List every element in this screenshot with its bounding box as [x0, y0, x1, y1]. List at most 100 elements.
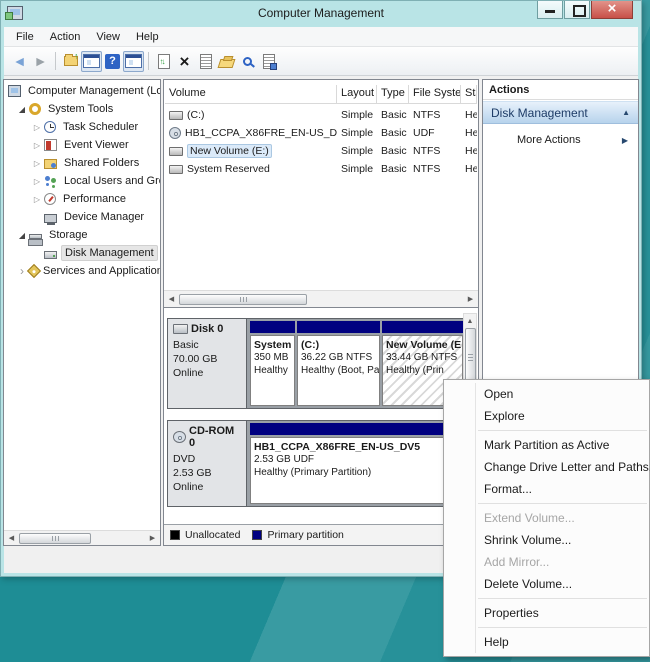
menu-item-delete-volume[interactable]: Delete Volume... [444, 573, 649, 595]
volume-list-horizontal-scrollbar[interactable]: ◀ ▶ [164, 290, 478, 307]
task-scheduler-icon [44, 121, 56, 133]
export-list-icon[interactable] [258, 51, 279, 72]
toolbar-separator [55, 52, 56, 70]
event-viewer-icon [44, 139, 57, 151]
back-icon[interactable]: ◄ [9, 51, 30, 72]
volume-icon [169, 110, 183, 120]
tree-item-computer-management[interactable]: Computer Management (Local [4, 82, 160, 100]
unallocated-swatch [170, 530, 180, 540]
expander-icon[interactable] [31, 195, 43, 204]
scrollbar-thumb[interactable] [179, 293, 307, 305]
device-manager-icon [44, 213, 57, 225]
collapse-icon[interactable]: ▲ [622, 108, 630, 117]
refresh-icon[interactable]: ↑↓ [153, 51, 174, 72]
up-folder-icon[interactable] [60, 51, 81, 72]
expander-icon[interactable] [16, 231, 28, 240]
cd-rom-0-partitions: HB1_CCPA_X86FRE_EN-US_DV5 2.53 GB UDF He… [248, 421, 459, 506]
volume-icon [169, 146, 183, 156]
console-tree: Computer Management (Local System Tools … [4, 82, 160, 529]
tree-item-system-tools[interactable]: System Tools [4, 100, 160, 118]
local-users-and-groups-icon [44, 175, 57, 187]
partition-dvd[interactable]: HB1_CCPA_X86FRE_EN-US_DV5 2.53 GB UDF He… [250, 423, 456, 504]
menu-help[interactable]: Help [128, 29, 167, 45]
tree-item-task-scheduler[interactable]: Task Scheduler [4, 118, 160, 136]
volume-row-e[interactable]: New Volume (E:) Simple Basic NTFS He [165, 142, 477, 160]
menu-item-mark-partition-active[interactable]: Mark Partition as Active [444, 434, 649, 456]
cd-rom-0-label[interactable]: CD-ROM 0 DVD 2.53 GB Online [168, 421, 247, 506]
expander-icon[interactable] [16, 105, 28, 114]
window-controls [536, 0, 633, 19]
forward-icon[interactable]: ► [30, 51, 51, 72]
expander-icon[interactable] [31, 177, 43, 186]
show-action-pane-icon[interactable] [123, 50, 144, 72]
menu-view[interactable]: View [88, 29, 128, 45]
menu-separator [478, 627, 647, 628]
menu-item-format[interactable]: Format... [444, 478, 649, 500]
show-console-tree-icon[interactable] [81, 50, 102, 72]
search-icon[interactable] [237, 51, 258, 72]
tree-item-storage[interactable]: Storage [4, 226, 160, 244]
scroll-right-icon[interactable]: ▶ [145, 531, 160, 545]
menu-item-change-drive-letter[interactable]: Change Drive Letter and Paths... [444, 456, 650, 478]
column-header-layout[interactable]: Layout [337, 85, 377, 104]
actions-group-disk-management[interactable]: Disk Management ▲ [483, 101, 638, 124]
scroll-left-icon[interactable]: ◀ [4, 531, 19, 545]
disk-0-label[interactable]: Disk 0 Basic 70.00 GB Online [168, 319, 247, 408]
more-actions-item[interactable]: More Actions ▶ [483, 130, 638, 150]
disk-management-icon [44, 250, 57, 259]
maximize-button[interactable] [564, 1, 590, 19]
disk-icon [173, 324, 188, 334]
volume-list-header: Volume Layout Type File System Sta [165, 85, 477, 104]
volume-row-system-reserved[interactable]: System Reserved Simple Basic NTFS He [165, 160, 477, 178]
column-header-type[interactable]: Type [377, 85, 409, 104]
menu-file[interactable]: File [8, 29, 42, 45]
close-button[interactable] [591, 0, 633, 19]
partition-c[interactable]: (C:) 36.22 GB NTFS Healthy (Boot, Pa [297, 321, 380, 406]
column-header-status[interactable]: Sta [461, 85, 477, 104]
primary-partition-band [250, 321, 295, 333]
scroll-right-icon[interactable]: ▶ [463, 292, 478, 306]
menu-separator [478, 598, 647, 599]
volume-row-d[interactable]: HB1_CCPA_X86FRE_EN-US_DV5 (D:) Simple Ba… [165, 124, 477, 142]
tree-item-services-and-applications[interactable]: Services and Applications [4, 262, 160, 280]
scroll-left-icon[interactable]: ◀ [164, 292, 179, 306]
tree-item-device-manager[interactable]: Device Manager [4, 208, 160, 226]
expander-icon[interactable] [31, 141, 43, 150]
partition-system[interactable]: System 350 MB Healthy [250, 321, 295, 406]
menu-item-extend-volume: Extend Volume... [484, 511, 575, 525]
volume-icon [169, 164, 183, 174]
tree-item-performance[interactable]: Performance [4, 190, 160, 208]
open-folder-icon[interactable] [216, 51, 237, 72]
delete-icon[interactable]: × [174, 51, 195, 72]
scrollbar-thumb[interactable] [464, 328, 476, 386]
tree-item-shared-folders[interactable]: Shared Folders [4, 154, 160, 172]
expander-icon[interactable] [31, 159, 43, 168]
tree-horizontal-scrollbar[interactable]: ◀ ▶ [4, 530, 160, 545]
menu-item-open[interactable]: Open [444, 383, 649, 405]
cd-rom-icon [173, 431, 186, 443]
menu-item-help[interactable]: Help [444, 631, 649, 653]
system-tools-icon [29, 103, 41, 115]
scroll-up-icon[interactable]: ▲ [463, 314, 478, 328]
tree-item-disk-management[interactable]: Disk Management [4, 244, 160, 262]
menu-item-shrink-volume[interactable]: Shrink Volume... [444, 529, 649, 551]
volume-row-c[interactable]: (C:) Simple Basic NTFS He [165, 106, 477, 124]
title-bar[interactable]: Computer Management [1, 0, 641, 27]
disk-0-partitions: System 350 MB Healthy (C:) 36.22 GB NTFS… [248, 319, 463, 408]
tree-item-event-viewer[interactable]: Event Viewer [4, 136, 160, 154]
submenu-arrow-icon: ▶ [621, 135, 628, 145]
menu-item-add-mirror: Add Mirror... [484, 555, 550, 569]
properties-icon[interactable] [195, 51, 216, 72]
expander-icon[interactable] [31, 123, 43, 132]
minimize-button[interactable] [537, 1, 563, 19]
help-icon[interactable] [102, 51, 123, 72]
partition-context-menu: Open Explore Mark Partition as Active Ch… [443, 379, 650, 657]
menu-action[interactable]: Action [42, 29, 89, 45]
scrollbar-thumb[interactable] [19, 532, 91, 544]
menu-item-properties[interactable]: Properties [444, 602, 649, 624]
tree-item-local-users-and-groups[interactable]: Local Users and Groups [4, 172, 160, 190]
column-header-file-system[interactable]: File System [409, 85, 461, 104]
column-header-volume[interactable]: Volume [165, 85, 337, 104]
menu-item-explore[interactable]: Explore [444, 405, 649, 427]
partition-legend: Unallocated Primary partition [164, 524, 478, 545]
